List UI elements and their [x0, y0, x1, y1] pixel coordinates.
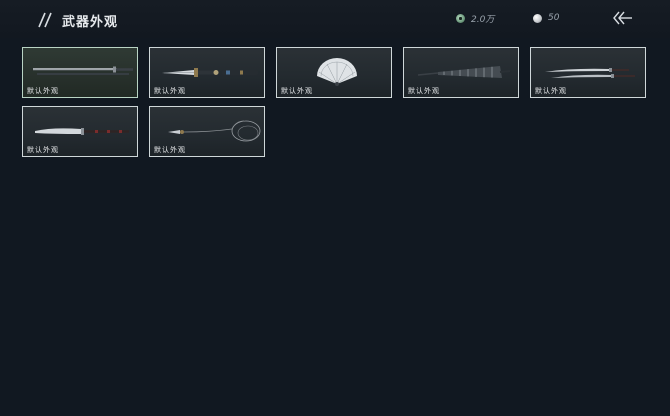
jade-currency: 2.0万: [456, 11, 494, 25]
top-bar: 武器外观 2.0万 50: [0, 0, 670, 38]
weapon-skin-card-dagger[interactable]: 默认外观: [149, 47, 265, 98]
weapon-skin-card-long-blade[interactable]: 默认外观: [22, 106, 138, 157]
weapon-skin-label: 默认外观: [408, 87, 440, 95]
back-arrow-icon: [613, 11, 632, 25]
weapon-skin-label: 默认外观: [27, 146, 59, 154]
jade-currency-value: 2.0万: [471, 14, 495, 25]
jade-coin-icon: [456, 13, 465, 23]
weapon-skin-card-sword[interactable]: 默认外观: [22, 47, 138, 98]
page-title: 武器外观: [62, 15, 119, 30]
weapon-skin-label: 默认外观: [535, 87, 567, 95]
weapon-skin-label: 默认外观: [27, 87, 59, 95]
weapon-skin-card-umbrella[interactable]: 默认外观: [403, 47, 519, 98]
weapon-skin-card-fan[interactable]: 默认外观: [276, 47, 392, 98]
weapon-skin-card-dual-blade[interactable]: 默认外观: [530, 47, 646, 98]
double-slash-icon: [38, 12, 52, 28]
weapon-skin-label: 默认外观: [154, 87, 186, 95]
weapon-skin-label: 默认外观: [281, 87, 313, 95]
weapon-skin-label: 默认外观: [154, 146, 186, 154]
pearl-currency: 50: [533, 11, 559, 25]
pearl-coin-icon: [533, 13, 542, 23]
pearl-currency-value: 50: [548, 13, 560, 23]
weapon-skin-card-rope-dart[interactable]: 默认外观: [149, 106, 265, 157]
back-button[interactable]: [610, 9, 636, 27]
